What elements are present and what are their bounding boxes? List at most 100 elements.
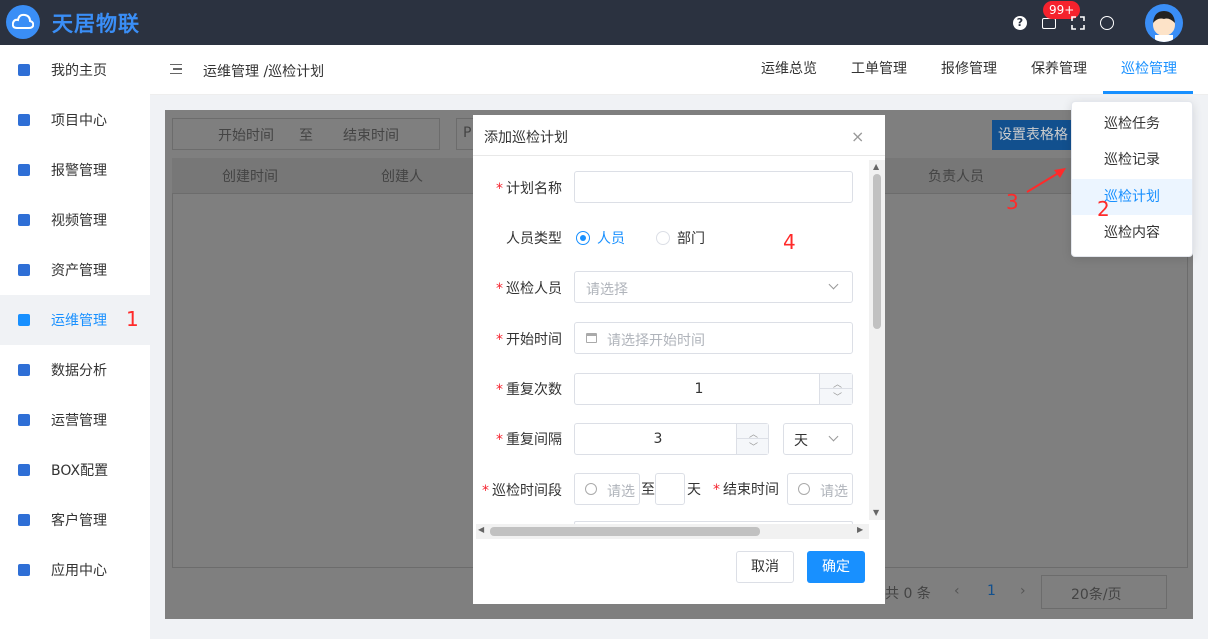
bell-icon: [18, 164, 30, 176]
breadcrumb: 运维管理 /巡检计划: [203, 64, 325, 80]
tab-work-orders[interactable]: 工单管理: [851, 58, 907, 78]
sidebar-item-operating[interactable]: 运营管理: [0, 395, 150, 445]
radio-department-label[interactable]: 部门: [677, 228, 705, 248]
next-page-icon[interactable]: ›: [1020, 583, 1026, 599]
period-start-picker[interactable]: 请选: [574, 473, 640, 505]
inspector-select[interactable]: 请选择: [574, 271, 853, 303]
stepper-down-icon[interactable]: ﹀: [833, 390, 842, 403]
time-period-label: * 巡检时间段: [482, 483, 562, 499]
sidebar-item-analytics[interactable]: 数据分析: [0, 345, 150, 395]
clock-icon: [798, 483, 810, 495]
dialog-title: 添加巡检计划: [484, 130, 568, 146]
plan-name-label: * 计划名称: [496, 181, 562, 197]
sidebar: 我的主页 项目中心 报警管理 视频管理 资产管理 运维管理 数据分析 运营管理 …: [0, 45, 150, 639]
brand-name: 天居物联: [52, 12, 140, 36]
sidebar-item-label: 我的主页: [51, 63, 107, 79]
end-time-picker[interactable]: 请选: [787, 473, 853, 505]
logo-cloud-icon: [6, 5, 40, 39]
radio-person[interactable]: [576, 231, 590, 245]
confirm-button[interactable]: 确定: [807, 551, 865, 583]
current-page[interactable]: 1: [987, 583, 996, 599]
shield-icon: [18, 414, 30, 426]
repeat-count-label: * 重复次数: [496, 382, 562, 398]
end-date-placeholder: 结束时间: [343, 128, 399, 144]
radio-department[interactable]: [656, 231, 670, 245]
apps-icon: [18, 564, 30, 576]
project-icon: [18, 114, 30, 126]
active-tab-indicator: [1103, 91, 1193, 94]
sidebar-item-apps[interactable]: 应用中心: [0, 545, 150, 595]
sidebar-item-label: 项目中心: [51, 113, 107, 129]
annotation-arrow-icon: [1026, 168, 1066, 193]
repeat-count-value: 1: [694, 381, 704, 397]
pagination-total: 共 0 条: [885, 586, 931, 602]
inspection-dropdown-menu: 巡检任务 巡检记录 巡检计划 巡检内容: [1071, 101, 1193, 257]
repeat-interval-value: 3: [653, 431, 663, 447]
inspector-label: * 巡检人员: [496, 281, 562, 297]
chevron-down-icon: [828, 431, 839, 442]
menu-item-inspection-content[interactable]: 巡检内容: [1072, 215, 1192, 251]
start-time-picker[interactable]: 请选择开始时间: [574, 322, 853, 354]
annotation-1: 1: [126, 307, 139, 331]
fullscreen-icon[interactable]: [1071, 16, 1085, 30]
repeat-interval-label: * 重复间隔: [496, 432, 562, 448]
interval-unit-value: 天: [794, 433, 808, 449]
column-owner: 负责人员: [928, 169, 984, 185]
top-bar: 天居物联 ? 99+: [0, 0, 1208, 45]
repeat-count-stepper[interactable]: 1 ︿ ﹀: [574, 373, 853, 405]
interval-unit-select[interactable]: 天: [783, 423, 853, 455]
menu-item-inspection-plans[interactable]: 巡检计划: [1072, 179, 1192, 215]
stepper-down-icon[interactable]: ﹀: [749, 440, 758, 453]
dialog-vertical-scrollbar[interactable]: ▲ ▼: [869, 160, 885, 520]
period-day-input[interactable]: [655, 473, 685, 505]
prev-page-icon[interactable]: ‹: [954, 583, 960, 599]
period-day-unit: 天: [687, 482, 701, 498]
annotation-2: 2: [1097, 197, 1110, 221]
avatar[interactable]: [1145, 4, 1183, 42]
column-created-time: 创建时间: [222, 169, 278, 185]
dialog-divider: [473, 155, 885, 156]
sidebar-item-video[interactable]: 视频管理: [0, 195, 150, 245]
box-icon: [18, 464, 30, 476]
plan-name-input[interactable]: [574, 171, 853, 203]
inspector-placeholder: 请选择: [586, 282, 628, 298]
stepper-controls[interactable]: ︿ ﹀: [819, 374, 853, 404]
stepper-up-icon[interactable]: ︿: [749, 427, 758, 440]
mail-icon[interactable]: [1042, 18, 1056, 29]
horizontal-scroll-thumb[interactable]: [490, 527, 760, 536]
sidebar-item-home[interactable]: 我的主页: [0, 45, 150, 95]
stepper-controls[interactable]: ︿ ﹀: [736, 424, 769, 454]
monitor-icon: [18, 364, 30, 376]
vertical-scroll-thumb[interactable]: [873, 174, 881, 329]
sidebar-item-assets[interactable]: 资产管理: [0, 245, 150, 295]
menu-item-inspection-tasks[interactable]: 巡检任务: [1072, 106, 1192, 142]
menu-item-inspection-records[interactable]: 巡检记录: [1072, 142, 1192, 178]
asset-icon: [18, 264, 30, 276]
range-separator: 至: [299, 128, 313, 144]
repeat-interval-stepper[interactable]: 3 ︿ ﹀: [574, 423, 769, 455]
close-icon[interactable]: ×: [851, 127, 864, 146]
cancel-button[interactable]: 取消: [736, 551, 794, 583]
tab-inspection[interactable]: 巡检管理: [1121, 58, 1177, 78]
tab-overview[interactable]: 运维总览: [761, 58, 817, 78]
period-start-placeholder: 请选: [607, 484, 635, 500]
sidebar-item-alarms[interactable]: 报警管理: [0, 145, 150, 195]
annotation-4: 4: [783, 230, 796, 254]
stepper-up-icon[interactable]: ︿: [833, 377, 842, 390]
filter-input-partial: P: [463, 125, 472, 141]
globe-icon[interactable]: [1100, 16, 1114, 30]
sidebar-item-label: 运维管理: [51, 313, 107, 329]
sidebar-item-customers[interactable]: 客户管理: [0, 495, 150, 545]
tab-maintenance[interactable]: 保养管理: [1031, 58, 1087, 78]
tab-repairs[interactable]: 报修管理: [941, 58, 997, 78]
radio-person-label[interactable]: 人员: [597, 228, 625, 248]
table-settings-button[interactable]: 设置表格格: [992, 120, 1074, 150]
help-icon[interactable]: ?: [1013, 16, 1027, 30]
page-size-value: 20条/页: [1071, 587, 1122, 603]
dialog-horizontal-scrollbar[interactable]: ◀ ▶: [476, 524, 869, 539]
sidebar-item-box-config[interactable]: BOX配置: [0, 445, 150, 495]
person-type-label: 人员类型: [506, 231, 562, 247]
menu-fold-icon[interactable]: [170, 64, 182, 74]
sidebar-item-projects[interactable]: 项目中心: [0, 95, 150, 145]
page-header: 运维管理 /巡检计划 运维总览 工单管理 报修管理 保养管理 巡检管理: [150, 45, 1208, 95]
